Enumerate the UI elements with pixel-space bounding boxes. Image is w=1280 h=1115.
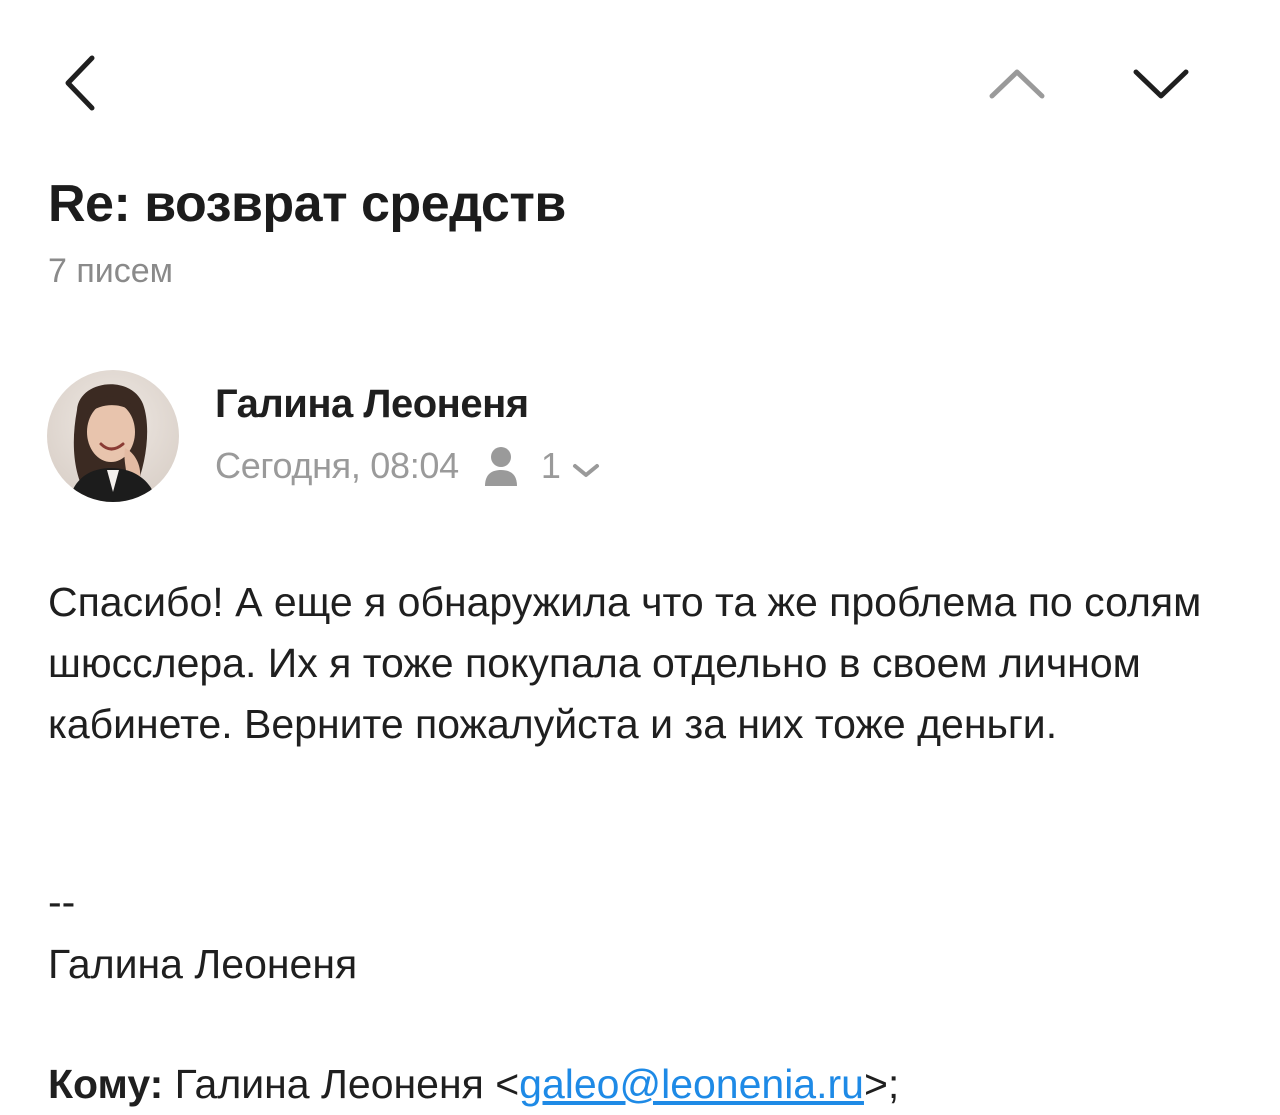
to-name: Галина Леоненя < xyxy=(174,1061,520,1107)
to-email-link[interactable]: galeo@leonenia.ru xyxy=(519,1061,864,1107)
message-date: Сегодня, 08:04 xyxy=(215,445,459,486)
thread-message-count: 7 писем xyxy=(48,252,174,290)
thread-subject: Re: возврат средств xyxy=(48,175,566,233)
message-body: Спасибо! А еще я обнаружила что та же пр… xyxy=(48,579,1202,747)
quoted-to-line: Кому: Галина Леоненя <galeo@leonenia.ru>… xyxy=(48,1054,899,1115)
recipients-toggle[interactable]: 1 xyxy=(483,444,601,488)
to-label: Кому: xyxy=(48,1061,164,1107)
chevron-left-icon xyxy=(65,55,95,111)
signature-separator: -- xyxy=(48,879,76,925)
to-suffix: >; xyxy=(863,1061,900,1107)
top-navigation-bar xyxy=(0,0,1280,140)
next-message-button[interactable] xyxy=(1126,60,1196,106)
previous-message-button[interactable] xyxy=(982,60,1052,106)
recipients-count: 1 xyxy=(540,445,561,486)
person-icon xyxy=(483,444,519,488)
signature-name: Галина Леоненя xyxy=(48,941,358,987)
chevron-up-icon xyxy=(989,69,1045,99)
chevron-down-icon xyxy=(1133,69,1189,99)
chevron-down-icon xyxy=(571,461,601,481)
message-meta: Сегодня, 08:04 1 xyxy=(215,440,601,492)
sender-name[interactable]: Галина Леоненя xyxy=(215,380,529,428)
back-button[interactable] xyxy=(52,52,104,114)
avatar-photo xyxy=(47,370,179,502)
sender-avatar[interactable] xyxy=(47,370,179,502)
